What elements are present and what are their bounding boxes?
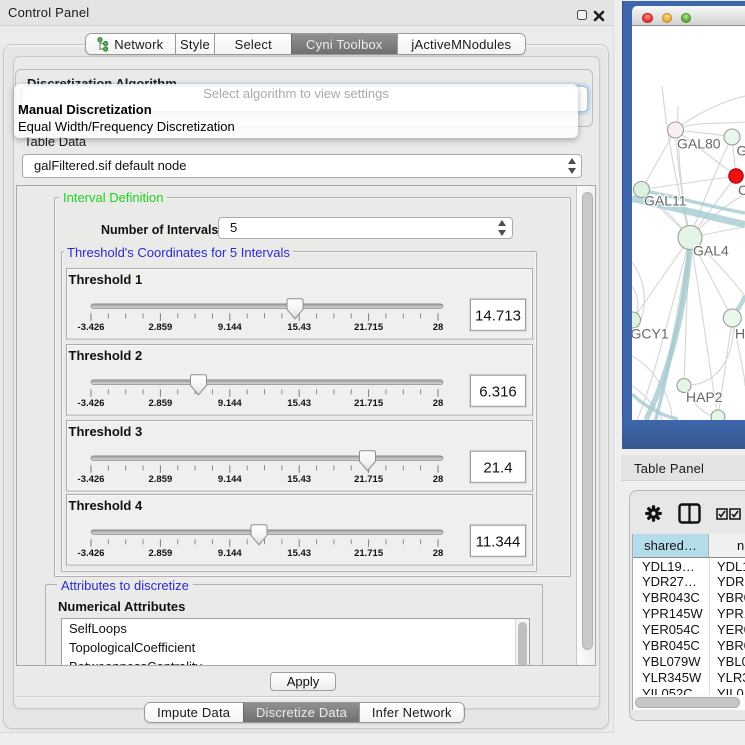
svg-text:Threshold 2: Threshold 2 (69, 348, 143, 363)
svg-text:28: 28 (433, 322, 444, 333)
svg-text:G: G (737, 143, 745, 159)
svg-text:C: C (738, 182, 745, 198)
svg-text:15.43: 15.43 (287, 474, 311, 485)
svg-text:28: 28 (433, 474, 444, 485)
svg-text:15.43: 15.43 (287, 322, 311, 333)
svg-text:H: H (735, 326, 745, 342)
svg-text:28: 28 (433, 398, 444, 409)
svg-text:2.859: 2.859 (149, 398, 173, 409)
svg-text:21.715: 21.715 (354, 322, 384, 333)
svg-text:-3.426: -3.426 (78, 548, 105, 559)
svg-text:9.144: 9.144 (218, 474, 242, 485)
svg-text:GAL4: GAL4 (693, 243, 729, 259)
svg-text:2.859: 2.859 (149, 322, 173, 333)
svg-text:9.144: 9.144 (218, 322, 242, 333)
svg-text:21.715: 21.715 (354, 548, 384, 559)
svg-text:14.713: 14.713 (475, 307, 521, 324)
svg-text:11.344: 11.344 (476, 534, 521, 551)
svg-text:2.859: 2.859 (149, 474, 173, 485)
svg-text:-3.426: -3.426 (78, 398, 105, 409)
svg-text:Threshold 1: Threshold 1 (69, 272, 143, 287)
svg-text:21.715: 21.715 (354, 474, 384, 485)
svg-text:GAL80: GAL80 (677, 136, 721, 152)
svg-text:2.859: 2.859 (149, 548, 173, 559)
svg-text:Threshold 3: Threshold 3 (69, 424, 143, 439)
svg-text:9.144: 9.144 (218, 548, 242, 559)
svg-text:-3.426: -3.426 (78, 322, 105, 333)
svg-text:GAL11: GAL11 (644, 193, 687, 209)
svg-text:6.316: 6.316 (479, 383, 517, 400)
svg-text:28: 28 (433, 548, 444, 559)
svg-text:21.4: 21.4 (483, 459, 512, 476)
svg-text:15.43: 15.43 (287, 398, 311, 409)
svg-text:-3.426: -3.426 (78, 474, 105, 485)
svg-text:15.43: 15.43 (287, 548, 311, 559)
svg-text:GCY1: GCY1 (632, 326, 669, 342)
svg-text:Threshold 4: Threshold 4 (69, 498, 143, 513)
svg-text:21.715: 21.715 (354, 398, 384, 409)
svg-text:HAP2: HAP2 (686, 389, 723, 405)
svg-text:9.144: 9.144 (218, 398, 242, 409)
